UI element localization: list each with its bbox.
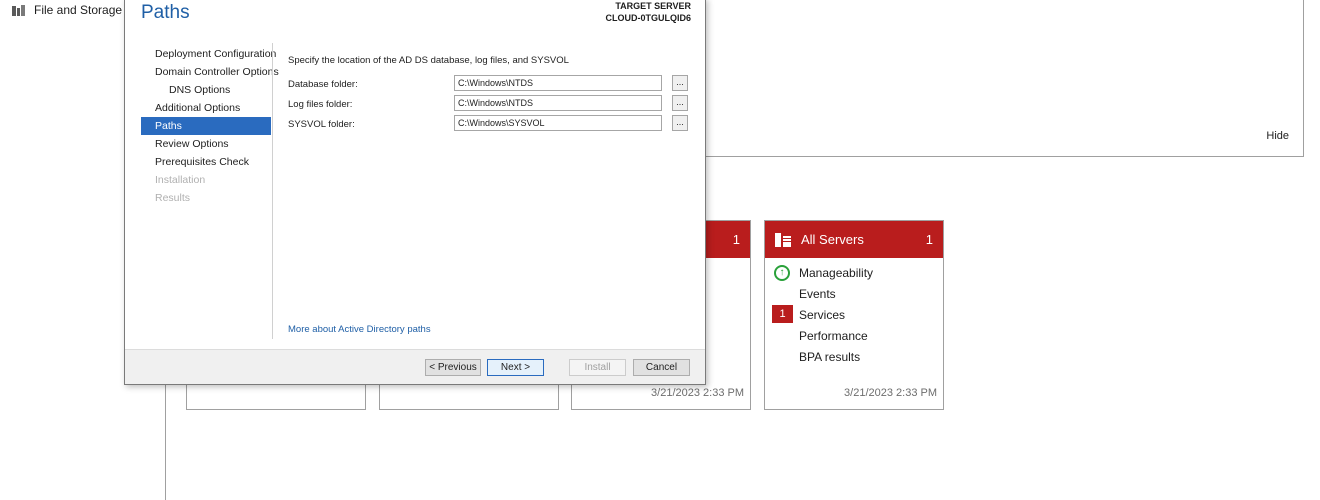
servers-icon <box>775 232 791 247</box>
paths-content: Specify the location of the AD DS databa… <box>288 52 693 135</box>
all-servers-tile: All Servers 1 ↑ Manageability Events 1 S… <box>764 220 944 410</box>
log-files-browse-button[interactable]: ... <box>672 95 688 111</box>
previous-button[interactable]: < Previous <box>425 359 481 376</box>
all-servers-header[interactable]: All Servers 1 <box>765 221 943 258</box>
tile-count: 1 <box>732 232 740 247</box>
row-label: Services <box>799 307 846 322</box>
row-performance[interactable]: Performance <box>765 325 943 346</box>
target-server-name: CLOUD-0TGULQID6 <box>605 13 692 23</box>
file-storage-icon <box>12 4 25 16</box>
more-about-paths-link[interactable]: More about Active Directory paths <box>288 324 431 335</box>
step-review-options[interactable]: Review Options <box>141 135 271 153</box>
up-arrow-icon: ↑ <box>774 265 790 281</box>
target-server-label: TARGET SERVER <box>615 1 691 11</box>
step-deployment-configuration[interactable]: Deployment Configuration <box>141 45 276 63</box>
row-events[interactable]: Events <box>765 283 943 304</box>
step-results: Results <box>155 192 191 204</box>
hide-link[interactable]: Hide <box>1266 130 1289 142</box>
database-folder-input[interactable] <box>454 75 662 91</box>
database-browse-button[interactable]: ... <box>672 75 688 91</box>
next-button[interactable]: Next > <box>487 359 544 376</box>
step-paths[interactable]: Paths <box>141 117 271 135</box>
step-prerequisites-check[interactable]: Prerequisites Check <box>141 153 271 171</box>
step-installation: Installation <box>155 174 206 186</box>
tile-date: 3/21/2023 2:33 PM <box>651 387 744 399</box>
all-servers-count: 1 <box>925 232 933 247</box>
row-bpa-results[interactable]: BPA results <box>765 346 943 367</box>
row-label: Events <box>799 286 836 301</box>
row-label: BPA results <box>799 349 861 364</box>
log-files-folder-row: Log files folder: ... <box>288 95 693 115</box>
all-servers-title: All Servers <box>801 232 864 247</box>
log-files-folder-input[interactable] <box>454 95 662 111</box>
sysvol-folder-row: SYSVOL folder: ... <box>288 115 693 135</box>
sysvol-folder-input[interactable] <box>454 115 662 131</box>
wizard-steps: Deployment Configuration Domain Controll… <box>141 45 279 207</box>
step-additional-options[interactable]: Additional Options <box>141 99 271 117</box>
ad-ds-config-wizard: Paths TARGET SERVER CLOUD-0TGULQID6 Depl… <box>124 0 706 385</box>
install-button: Install <box>569 359 626 376</box>
intro-text: Specify the location of the AD DS databa… <box>288 55 569 66</box>
welcome-panel: Hide <box>690 0 1304 157</box>
step-dns-options[interactable]: DNS Options <box>141 81 271 99</box>
row-manageability[interactable]: ↑ Manageability <box>765 262 943 283</box>
database-folder-row: Database folder: ... <box>288 75 693 95</box>
steps-divider <box>272 43 273 339</box>
row-services[interactable]: 1 Services <box>765 304 943 325</box>
page-title: Paths <box>141 2 190 23</box>
row-label: Performance <box>799 328 868 343</box>
log-files-folder-label: Log files folder: <box>288 99 353 110</box>
row-label: Manageability <box>799 265 874 280</box>
step-domain-controller-options[interactable]: Domain Controller Options <box>141 63 279 81</box>
target-server: TARGET SERVER CLOUD-0TGULQID6 <box>606 0 692 24</box>
database-folder-label: Database folder: <box>288 79 358 90</box>
wizard-footer: < Previous Next > Install Cancel <box>125 349 705 384</box>
sysvol-browse-button[interactable]: ... <box>672 115 688 131</box>
sysvol-folder-label: SYSVOL folder: <box>288 119 355 130</box>
tile-date: 3/21/2023 2:33 PM <box>844 387 937 399</box>
cancel-button[interactable]: Cancel <box>633 359 690 376</box>
services-badge: 1 <box>772 305 793 323</box>
